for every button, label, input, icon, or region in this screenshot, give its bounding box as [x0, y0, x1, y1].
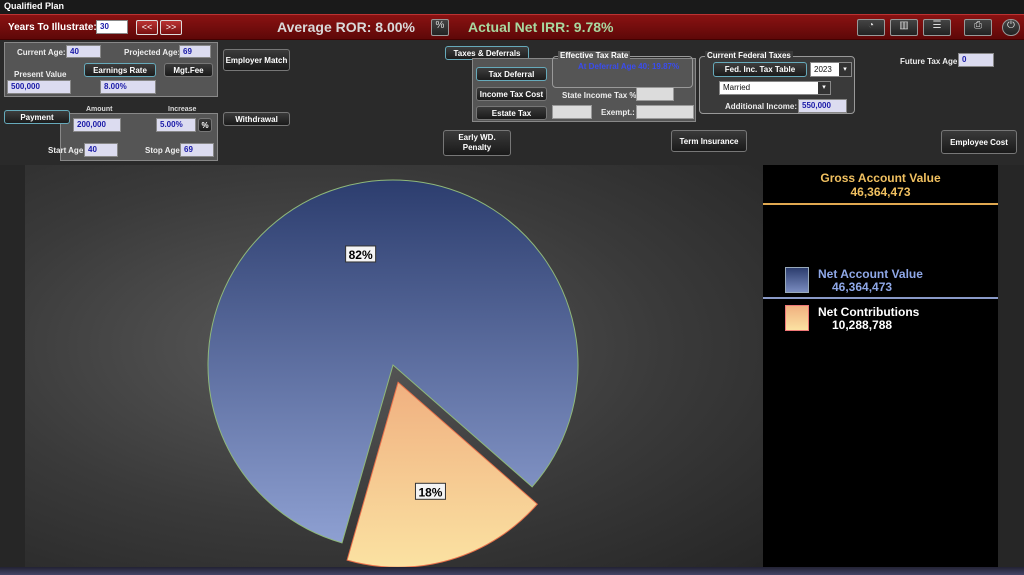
filing-status-value: Married — [723, 83, 751, 92]
print-icon[interactable]: ⎙ — [964, 19, 992, 36]
gross-divider — [763, 203, 998, 205]
pie-chart: 82% 18% — [207, 179, 579, 568]
chart-pie-icon[interactable]: ◔ — [857, 19, 885, 36]
exempt-input[interactable] — [636, 105, 694, 119]
future-tax-age-label: Future Tax Age: — [900, 57, 961, 66]
net-account-swatch — [785, 267, 809, 293]
mgt-fee-button[interactable]: Mgt.Fee — [164, 63, 213, 77]
payment-button[interactable]: Payment — [4, 110, 70, 124]
stop-age-input[interactable]: 69 — [180, 143, 214, 157]
percent-icon[interactable]: % — [431, 19, 449, 36]
additional-income-input[interactable]: 550,000 — [798, 99, 847, 113]
filing-status-select[interactable]: Married ▾ — [719, 81, 831, 95]
legend-panel: Gross Account Value 46,364,473 Net Accou… — [763, 165, 998, 567]
previous-button[interactable]: << — [136, 20, 158, 35]
employee-cost-button[interactable]: Employee Cost — [941, 130, 1017, 154]
gross-account-value: 46,364,473 — [850, 185, 911, 199]
window-title: Qualified Plan — [0, 0, 1024, 14]
additional-income-label: Additional Income: — [725, 102, 797, 111]
term-insurance-button[interactable]: Term Insurance — [671, 130, 747, 152]
payment-increase-input[interactable]: 5.00% — [156, 118, 196, 132]
estate-tax-button[interactable]: Estate Tax — [476, 106, 547, 120]
chart-area: 82% 18% — [25, 165, 763, 568]
top-toolbar: Years To Illustrate: 30 << >> Average RO… — [0, 14, 1024, 40]
present-value-label: Present Value — [14, 70, 67, 79]
withdrawal-button[interactable]: Withdrawal — [223, 112, 290, 126]
fed-tax-table-button[interactable]: Fed. Inc. Tax Table — [713, 62, 807, 77]
net-irr: Actual Net IRR: 9.78% — [468, 19, 614, 35]
start-age-input[interactable]: 40 — [84, 143, 118, 157]
federal-taxes-title: Current Federal Taxes — [705, 51, 793, 60]
tax-year-value: 2023 — [814, 65, 832, 74]
net-account-value: 46,364,473 — [832, 280, 893, 294]
net-account-label: Net Account Value — [818, 267, 923, 281]
current-age-label: Current Age: — [17, 48, 66, 57]
employer-match-button[interactable]: Employer Match — [223, 49, 290, 71]
net-contrib-label: Net Contributions — [818, 305, 920, 319]
effective-tax-rate-title: Effective Tax Rate — [558, 51, 631, 60]
average-ror: Average ROR: 8.00% — [277, 19, 415, 35]
chevron-down-icon[interactable]: ▾ — [839, 63, 851, 76]
pie-label: 82% — [349, 248, 373, 262]
state-income-tax-input[interactable] — [636, 87, 674, 101]
early-wd-penalty-button[interactable]: Early WD. Penalty — [443, 130, 511, 156]
current-age-input[interactable]: 40 — [66, 45, 101, 58]
percent-toggle-button[interactable]: % — [198, 118, 212, 132]
exempt-label: Exempt.: — [601, 108, 635, 117]
gross-account-title: Gross Account Value — [820, 171, 941, 185]
present-value-input[interactable]: 500,000 — [7, 80, 71, 94]
projected-age-input[interactable]: 69 — [179, 45, 211, 58]
amount-label: Amount — [86, 106, 113, 113]
future-tax-age-input[interactable]: 0 — [958, 53, 994, 67]
start-age-label: Start Age: — [48, 146, 86, 155]
earnings-rate-input[interactable]: 8.00% — [100, 80, 156, 94]
app-window: Qualified Plan Years To Illustrate: 30 <… — [0, 0, 1024, 575]
earnings-rate-button[interactable]: Earnings Rate — [84, 63, 156, 77]
table-icon[interactable]: ☰ — [923, 19, 951, 36]
net-divider — [763, 297, 998, 299]
years-input[interactable]: 30 — [96, 20, 128, 34]
effective-tax-rate-group — [552, 56, 693, 88]
pie-label: 18% — [418, 485, 442, 499]
deferral-age-text: At Deferral Age 40: 19.87% — [578, 62, 680, 71]
next-button[interactable]: >> — [160, 20, 182, 35]
net-contrib-value: 10,288,788 — [832, 318, 893, 332]
bottom-strip — [0, 567, 1024, 575]
tax-deferral-button[interactable]: Tax Deferral — [476, 67, 547, 81]
projected-age-label: Projected Age: — [124, 48, 181, 57]
chart-bar-icon[interactable]: ▥ — [890, 19, 918, 36]
years-label: Years To Illustrate: — [8, 22, 97, 33]
exempt-amount-input[interactable] — [552, 105, 592, 119]
chevron-down-icon[interactable]: ▾ — [818, 82, 830, 94]
close-icon[interactable]: ⏻ — [1002, 19, 1020, 36]
income-tax-cost-button[interactable]: Income Tax Cost — [476, 87, 547, 101]
net-contrib-swatch — [785, 305, 809, 331]
increase-label: Increase — [168, 106, 197, 113]
payment-amount-input[interactable]: 200,000 — [73, 118, 121, 132]
stop-age-label: Stop Age: — [145, 146, 183, 155]
inputs-panel: Current Age: 40 Projected Age: 69 Presen… — [0, 40, 1024, 165]
tax-year-select[interactable]: 2023 ▾ — [810, 62, 852, 77]
state-income-tax-label: State Income Tax %: — [562, 91, 640, 100]
